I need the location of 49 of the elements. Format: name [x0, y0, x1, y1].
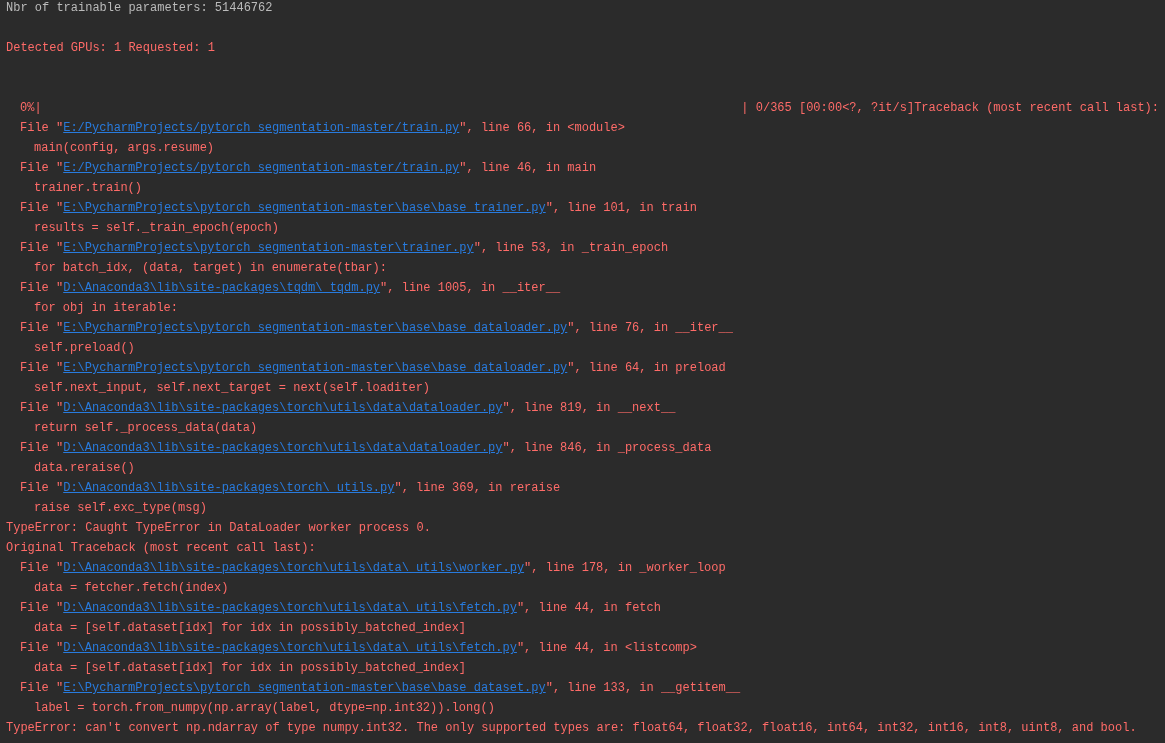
source-line: data = fetcher.fetch(index): [34, 580, 229, 597]
source-line: data = [self.dataset[idx] for idx in possibly_batched_index]: [34, 620, 467, 637]
source-line: results = self._train_epoch(epoch): [34, 220, 279, 237]
source-line: main(config, args.resume): [34, 140, 215, 157]
file-link[interactable]: D:\Anaconda3\lib\site-packages\torch\utils\data\dataloader.py: [63, 441, 503, 455]
output-line: Nbr of trainable parameters: 51446762: [6, 0, 273, 17]
file-link[interactable]: E:\PycharmProjects\pytorch_segmentation-master\base\base_trainer.py: [63, 201, 546, 215]
source-line: self.next_input, self.next_target = next(self.loaditer): [34, 380, 431, 397]
file-link[interactable]: E:\PycharmProjects\pytorch_segmentation-master\base\base_dataset.py: [63, 681, 546, 695]
error-line: Detected GPUs: 1 Requested: 1: [6, 40, 215, 57]
traceback-frame-line: File "E:\PycharmProjects\pytorch_segmentation-master\base\base_dataset.py", line 133, in __getitem__: [20, 680, 741, 697]
source-line: trainer.train(): [34, 180, 143, 197]
traceback-frame-line: File "D:\Anaconda3\lib\site-packages\torch\utils\data\_utils\worker.py", line 178, in _worker_loop: [20, 560, 726, 577]
traceback-frame-line: File "D:\Anaconda3\lib\site-packages\torch\utils\data\_utils\fetch.py", line 44, in fetch: [20, 600, 661, 617]
progress-status: | 0/365 [00:00<?, ?it/s]Traceback (most recent call last):: [741, 100, 1159, 117]
file-link[interactable]: D:\Anaconda3\lib\site-packages\torch\utils\data\dataloader.py: [63, 401, 503, 415]
source-line: self.preload(): [34, 340, 135, 357]
traceback-frame-line: File "E:/PycharmProjects/pytorch_segmentation-master/train.py", line 46, in main: [20, 160, 597, 177]
traceback-frame-line: File "E:\PycharmProjects\pytorch_segmentation-master\base\base_dataloader.py", line 64, in preload: [20, 360, 726, 377]
traceback-frame-line: File "E:\PycharmProjects\pytorch_segmentation-master\base\base_trainer.py", line 101, in train: [20, 200, 697, 217]
file-link[interactable]: E:\PycharmProjects\pytorch_segmentation-master\trainer.py: [63, 241, 474, 255]
progress-percent: 0%|: [20, 101, 42, 115]
file-link[interactable]: D:\Anaconda3\lib\site-packages\torch\_utils.py: [63, 481, 395, 495]
source-line: for obj in iterable:: [34, 300, 179, 317]
file-link[interactable]: E:\PycharmProjects\pytorch_segmentation-master\base\base_dataloader.py: [63, 361, 568, 375]
traceback-frame-line: File "D:\Anaconda3\lib\site-packages\torch\_utils.py", line 369, in reraise: [20, 480, 561, 497]
traceback-frame-line: File "D:\Anaconda3\lib\site-packages\tqdm\_tqdm.py", line 1005, in __iter__: [20, 280, 561, 297]
source-line: raise self.exc_type(msg): [34, 500, 207, 517]
source-line: return self._process_data(data): [34, 420, 258, 437]
source-line: for batch_idx, (data, target) in enumerate(tbar):: [34, 260, 387, 277]
file-link[interactable]: E:\PycharmProjects\pytorch_segmentation-master\base\base_dataloader.py: [63, 321, 568, 335]
traceback-frame-line: File "E:\PycharmProjects\pytorch_segmentation-master\trainer.py", line 53, in _train_epoch: [20, 240, 669, 257]
file-link[interactable]: E:/PycharmProjects/pytorch_segmentation-master/train.py: [63, 161, 460, 175]
file-link[interactable]: E:/PycharmProjects/pytorch_segmentation-master/train.py: [63, 121, 460, 135]
source-line: data = [self.dataset[idx] for idx in possibly_batched_index]: [34, 660, 467, 677]
file-link[interactable]: D:\Anaconda3\lib\site-packages\tqdm\_tqdm.py: [63, 281, 381, 295]
source-line: data.reraise(): [34, 460, 135, 477]
file-link[interactable]: D:\Anaconda3\lib\site-packages\torch\utils\data\_utils\worker.py: [63, 561, 525, 575]
error-line: TypeError: can't convert np.ndarray of type numpy.int32. The only supported types are: float64, float32, float16, int64, int32, int16, int8, uint8, and bool.: [6, 720, 1137, 737]
traceback-frame-line: File "D:\Anaconda3\lib\site-packages\torch\utils\data\_utils\fetch.py", line 44, in <listcomp>: [20, 640, 697, 657]
file-link[interactable]: D:\Anaconda3\lib\site-packages\torch\utils\data\_utils\fetch.py: [63, 641, 517, 655]
traceback-frame-line: File "E:/PycharmProjects/pytorch_segmentation-master/train.py", line 66, in <module>: [20, 120, 625, 137]
file-link[interactable]: D:\Anaconda3\lib\site-packages\torch\utils\data\_utils\fetch.py: [63, 601, 517, 615]
traceback-frame-line: File "D:\Anaconda3\lib\site-packages\torch\utils\data\dataloader.py", line 819, in __next__: [20, 400, 676, 417]
error-line: Original Traceback (most recent call last):: [6, 540, 316, 557]
traceback-frame-line: File "E:\PycharmProjects\pytorch_segmentation-master\base\base_dataloader.py", line 76, in __iter__: [20, 320, 733, 337]
traceback-frame-line: File "D:\Anaconda3\lib\site-packages\torch\utils\data\dataloader.py", line 846, in _process_data: [20, 440, 712, 457]
source-line: label = torch.from_numpy(np.array(label, dtype=np.int32)).long(): [34, 700, 495, 717]
error-line: TypeError: Caught TypeError in DataLoader worker process 0.: [6, 520, 431, 537]
